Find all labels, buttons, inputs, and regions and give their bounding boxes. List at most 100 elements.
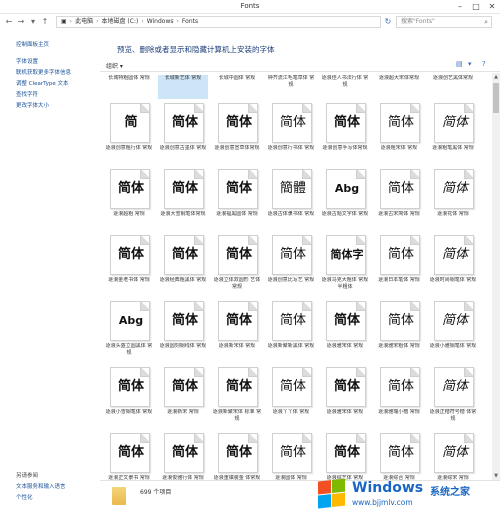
font-item[interactable]: 简体 逐浪正楷符号楷 体常规 [428,367,478,433]
font-item[interactable]: 简体逐浪粗宋体 常规 [374,103,424,169]
view-options-icon[interactable]: ▤ [456,60,463,68]
font-sample: 简体 [279,313,306,328]
font-file-icon: 简体 [164,235,204,275]
sidebar-link-personalize[interactable]: 个性化 [16,493,33,501]
font-item[interactable]: 钟齐流江毛笔草体 常规 [266,75,316,99]
font-item[interactable]: 简体 逐浪小雪钢笔体 常规 [104,367,154,433]
font-item[interactable]: Abg 逐浪古题文字体 常规 [320,169,370,235]
font-item[interactable]: 简体 逐浪福黑圆体 常规 [212,169,262,235]
font-name: 逐浪粗宋体 常规 [380,145,418,151]
font-file-icon: 简体 [218,169,258,209]
sidebar-link-find-char[interactable]: 查找字符 [16,90,38,98]
font-file-icon: 简体 [164,169,204,209]
font-item[interactable]: 逐浪超大宋体常规 [374,75,424,99]
font-sample: 简体 [441,115,468,130]
font-item[interactable]: 简体 逐浪圆刻钢线体 常规 [158,301,208,367]
font-item[interactable]: 简体 逐浪立体双圆形 艺体常规 [212,235,262,301]
font-item[interactable]: 简体 逐浪小雅钢笔体 常规 [428,301,478,367]
font-item[interactable]: 简体 逐浪重镇装金 体常规 [212,433,262,480]
font-item[interactable]: 简体 逐浪创意手写体常规 [320,103,370,169]
font-name: 逐浪新宋 常规 [167,409,199,415]
font-name: 逐浪小雅钢笔体 常规 [429,343,477,349]
font-item[interactable]: 简体字 逐浪马克大粗体 常规 半粗体 [320,235,370,301]
crumb[interactable]: Windows [147,18,174,25]
maximize-icon[interactable]: □ [468,0,484,14]
font-item[interactable]: 简体 逐浪创意比写艺 常规 [266,235,316,301]
refresh-icon[interactable]: ↻ [383,16,393,28]
font-item[interactable]: 简体 逐浪俊雅行体 常规 [158,433,208,480]
vertical-scrollbar[interactable]: ▲ ▼ [492,73,500,480]
font-name: 逐浪古宋简体 常规 [378,211,420,217]
font-item[interactable]: 简体 逐浪综合 常规 [374,433,424,480]
crumb[interactable]: Fonts [182,18,198,25]
font-item[interactable]: 简体 逐浪古宋简体 常规 [374,169,424,235]
back-icon[interactable]: ← [4,16,14,28]
sidebar-link-font-settings[interactable]: 字体设置 [16,57,38,65]
font-item[interactable]: 简体 逐浪丫丫体 常规 [266,367,316,433]
forward-icon[interactable]: → [16,16,26,28]
font-file-icon: 简体 [434,367,474,407]
address-bar[interactable]: ▣ › 此电脑 › 本地磁盘 (C:) › Windows › Fonts [56,16,381,28]
font-item[interactable]: 简体 逐浪创意行书体 常规 [266,103,316,169]
crumb[interactable]: 此电脑 [75,18,93,25]
computer-icon: ▣ [61,18,67,25]
font-item[interactable]: 逐浪佳人书法行体 常规 [320,75,370,99]
font-item[interactable]: 简体 逐浪超粗 常规 [104,169,154,235]
sidebar-link-online-fonts[interactable]: 联机获取更多字体信息 [16,68,71,76]
scroll-up-icon[interactable]: ▲ [492,73,500,81]
history-chevron-icon[interactable]: ▾ [28,16,38,28]
font-name: 逐浪超大宋体常规 [378,75,419,81]
font-item[interactable]: 简逐浪创意粗行体 常规 [104,103,154,169]
font-item[interactable]: 简体 逐浪综艺体 常规 [320,433,370,480]
font-item[interactable]: 简体 逐浪综宋 常规 [428,433,478,480]
search-input[interactable]: 搜索"Fonts" ⌕ [396,16,492,28]
font-item[interactable]: Abg 逐浪头盔立圆黑体 常规 [104,301,154,367]
font-item[interactable]: 简体 逐浪新宋 常规 [158,367,208,433]
font-item[interactable]: 简体 逐浪圆体 常规 [266,433,316,480]
font-sample: 简体 [387,115,414,130]
font-item[interactable]: 简体 逐浪新聚宋体 标准 常规 [212,367,262,433]
organize-button[interactable]: 组织 ▾ [106,61,123,70]
sidebar-link-cleartype[interactable]: 调整 ClearType 文本 [16,79,69,87]
font-sample: 简体 [387,445,414,460]
up-icon[interactable]: ↑ [40,16,50,28]
sidebar-link-text-services[interactable]: 文本服务和输入语言 [16,482,66,490]
font-item[interactable]: 简体 逐浪金老书体 常规 [104,235,154,301]
crumb[interactable]: 本地磁盘 (C:) [102,18,139,25]
font-item[interactable]: 简体 逐浪创意古墨体 常规 [158,103,208,169]
page-title: 预览、删除或者显示和隐藏计算机上安装的字体 [117,45,275,54]
help-icon[interactable]: ? [482,60,486,68]
font-item[interactable]: 简体 逐浪新宋体 常规 [212,301,262,367]
font-item[interactable]: 简体 逐浪粗笔黑体 常规 [428,103,478,169]
font-item[interactable]: 简体 逐浪创意宣草体常规 [212,103,262,169]
font-file-icon: 简体 [110,367,150,407]
close-icon[interactable]: ✕ [484,0,500,14]
scroll-thumb[interactable] [493,83,499,113]
view-chevron-icon[interactable]: ▾ [468,60,472,68]
font-sample: 简体 [333,445,360,460]
font-item[interactable]: 简体 逐浪雅瑞小楷 常规 [374,367,424,433]
font-sample: 简体 [387,313,414,328]
font-item[interactable]: 逐浪创艺黑体常规 [428,75,478,99]
minimize-icon[interactable]: – [452,0,468,14]
font-item[interactable]: 简体 逐浪时尚钢笔体 常规 [428,235,478,301]
font-item[interactable]: 长城特粗圆体 常规 [104,75,154,99]
font-item[interactable]: 簡體 逐浪古体隶书体 常规 [266,169,316,235]
font-item[interactable]: 长城新艺体 常规 [158,75,208,99]
font-item[interactable]: 简体 逐浪日本笔体 常规 [374,235,424,301]
font-item[interactable]: 简体 逐浪正文隶书 常规 [104,433,154,480]
font-item[interactable]: 简体 逐浪经典粗黑体 常规 [158,235,208,301]
font-item[interactable]: 简体 逐浪大雪钢笔体常规 [158,169,208,235]
font-item[interactable]: 简体 逐浪新聚新黑体 常规 [266,301,316,367]
sidebar-link-font-size[interactable]: 更改字体大小 [16,101,49,109]
font-item[interactable]: 简体 逐浪雅宋体 常规 [320,301,370,367]
font-name: 逐浪古体隶书体 常规 [267,211,315,217]
font-sample: 简体 [171,247,198,262]
title-bar: Fonts – □ ✕ [0,0,500,14]
font-item[interactable]: 简体 逐浪雅宋体 常规 [320,367,370,433]
sidebar-link-control-panel[interactable]: 控制面板主页 [16,40,49,48]
font-name: 逐浪金老书体 常规 [108,277,150,283]
font-item[interactable]: 长城中圆体 常规 [212,75,262,99]
font-item[interactable]: 简体 逐浪花体 常规 [428,169,478,235]
font-item[interactable]: 简体 逐浪雅宋粗体 常规 [374,301,424,367]
